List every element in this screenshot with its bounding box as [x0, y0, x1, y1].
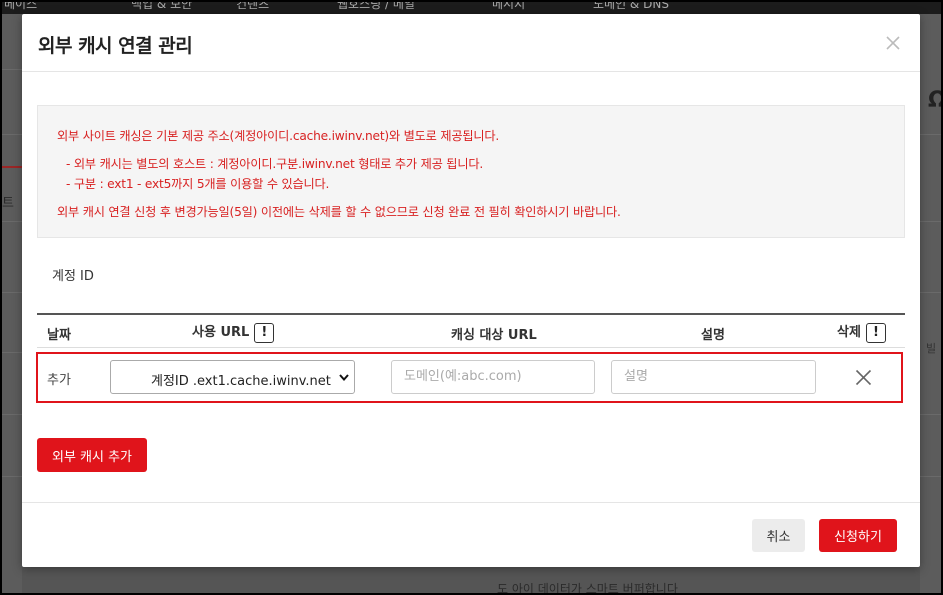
close-icon[interactable] — [884, 34, 902, 52]
header-url-label: 사용 URL — [192, 325, 250, 340]
header-target: 캐싱 대상 URL — [451, 328, 537, 343]
modal-header: 외부 캐시 연결 관리 — [22, 14, 920, 72]
notice-line: 외부 캐시 연결 신청 후 변경가능일(5일) 이전에는 삭제를 할 수 없으므… — [57, 205, 621, 219]
bg-bottom-text: 도 아이 데이터가 스마트 버퍼합니다 — [497, 582, 678, 595]
table-header: 날짜 사용 URL! 캐싱 대상 URL 설명 삭제! — [37, 313, 905, 348]
account-id-label: 계정 ID — [52, 269, 94, 284]
notice-line: - 구분 : ext1 - ext5까지 5개를 이용할 수 있습니다. — [66, 177, 330, 191]
bg-nav-item: 도메인 & DNS — [593, 0, 669, 11]
background-right-strip: Ω 빌 — [920, 14, 943, 595]
cancel-button[interactable]: 취소 — [752, 519, 805, 552]
bg-nav-item: 메시지 — [492, 0, 526, 11]
bg-left-text: 트 — [2, 196, 14, 211]
header-desc: 설명 — [701, 328, 725, 343]
notice-line: 외부 사이트 캐싱은 기본 제공 주소(계정아이디.cache.iwinv.ne… — [57, 129, 500, 143]
bg-right-glyph: Ω — [928, 88, 943, 113]
bg-nav-item: 베이스 — [4, 0, 38, 11]
url-info-icon[interactable]: ! — [254, 322, 275, 343]
header-url: 사용 URL! — [192, 321, 275, 343]
header-delete-label: 삭제 — [837, 325, 861, 340]
bg-nav-item: 컨텐츠 — [236, 0, 270, 11]
target-domain-input[interactable]: 도메인(예:abc.com) — [391, 360, 595, 394]
bg-nav-item: 웹호스팅 / 메일 — [337, 0, 415, 11]
background-nav: 베이스 백업 & 보안 컨텐츠 웹호스팅 / 메일 메시지 도메인 & DNS — [0, 0, 943, 14]
header-delete: 삭제! — [837, 321, 886, 343]
background-left-strip: 트 — [0, 14, 22, 595]
url-select[interactable]: 계정ID .ext1.cache.iwinv.net — [110, 360, 355, 394]
add-external-cache-button[interactable]: 외부 캐시 추가 — [37, 438, 147, 472]
delete-info-icon[interactable]: ! — [865, 322, 886, 343]
header-date: 날짜 — [47, 328, 71, 343]
delete-row-icon[interactable] — [855, 369, 872, 386]
footer-divider — [22, 502, 920, 503]
submit-button[interactable]: 신청하기 — [819, 519, 897, 552]
bg-right-text: 빌 — [926, 342, 937, 355]
notice-line: - 외부 캐시는 별도의 호스트 : 계정아이디.구분.iwinv.net 형태… — [66, 157, 484, 171]
external-cache-modal: 외부 캐시 연결 관리 외부 사이트 캐싱은 기본 제공 주소(계정아이디.ca… — [22, 14, 920, 567]
url-select-value: 계정ID .ext1.cache.iwinv.net — [151, 374, 331, 389]
description-input[interactable]: 설명 — [611, 360, 816, 394]
bg-nav-item: 백업 & 보안 — [131, 0, 193, 11]
notice-box: 외부 사이트 캐싱은 기본 제공 주소(계정아이디.cache.iwinv.ne… — [37, 105, 905, 238]
chevron-down-icon — [339, 374, 349, 381]
row-label: 추가 — [47, 373, 71, 388]
modal-title: 외부 캐시 연결 관리 — [38, 35, 193, 57]
